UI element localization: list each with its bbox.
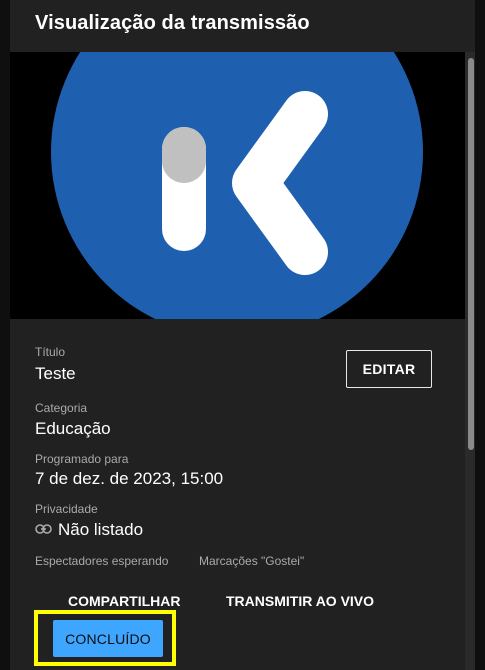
stream-thumbnail <box>10 52 465 319</box>
stream-preview-dialog: Visualização da transmissão Título Teste… <box>10 0 475 670</box>
edit-button[interactable]: EDITAR <box>346 350 432 388</box>
dialog-title: Visualização da transmissão <box>35 12 310 34</box>
go-live-button[interactable]: TRANSMITIR AO VIVO <box>226 593 374 609</box>
category-label: Categoria <box>35 401 88 415</box>
privacy-value: Não listado <box>58 520 144 539</box>
likes-label: Marcações "Gostei" <box>199 554 305 568</box>
share-button[interactable]: COMPARTILHAR <box>68 593 181 609</box>
scheduled-value: 7 de dez. de 2023, 15:00 <box>35 469 224 488</box>
scheduled-label: Programado para <box>35 452 129 466</box>
title-value: Teste <box>35 364 76 383</box>
privacy-row: Não listado <box>35 520 143 540</box>
highlight-box <box>34 610 176 666</box>
privacy-label: Privacidade <box>35 502 98 516</box>
waiting-viewers-label: Espectadores esperando <box>35 554 169 568</box>
scrollbar-thumb[interactable] <box>468 58 474 450</box>
stream-logo-image <box>51 52 423 319</box>
logo-knob <box>162 127 206 183</box>
category-value: Educação <box>35 419 111 438</box>
link-icon <box>35 521 52 539</box>
title-label: Título <box>35 345 66 359</box>
